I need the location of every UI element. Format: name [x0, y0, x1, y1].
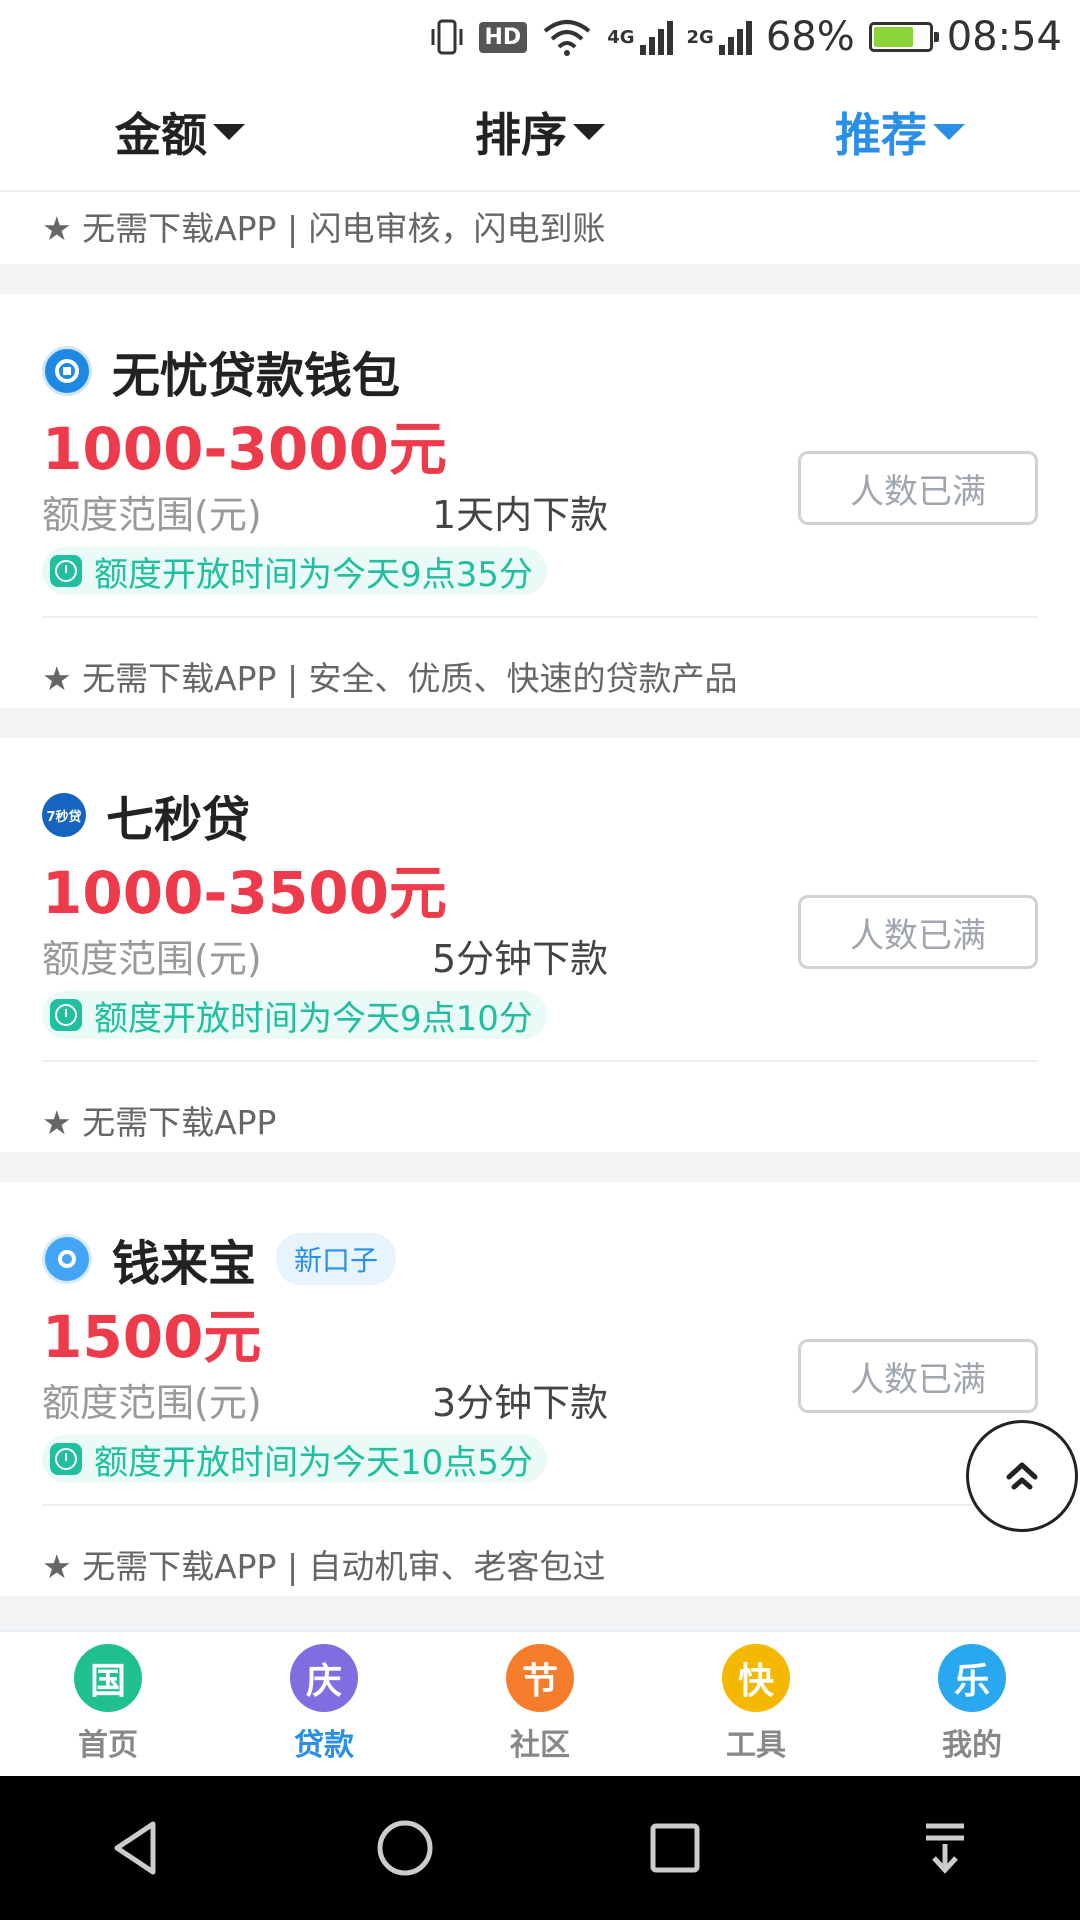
caret-down-icon [573, 124, 605, 140]
nav-mine-icon: 乐 [938, 1644, 1006, 1712]
quota-full-button[interactable]: 人数已满 [798, 895, 1038, 969]
loan-amount: 1000-3500元 [42, 859, 447, 927]
nav-tools[interactable]: 快 工具 [648, 1632, 864, 1776]
clock-icon [50, 999, 82, 1031]
product-name: 七秒贷 [106, 792, 251, 848]
open-time-text: 额度开放时间为今天9点10分 [94, 998, 533, 1039]
filter-sort[interactable]: 排序 [360, 99, 720, 165]
product-name: 无忧贷款钱包 [112, 348, 401, 404]
nav-loan[interactable]: 庆 贷款 [216, 1632, 432, 1776]
signal-4g-icon: 4G [607, 19, 673, 55]
clock-time: 08:54 [946, 14, 1062, 60]
clock-icon [50, 555, 82, 587]
battery-percent: 68% [765, 14, 855, 60]
nav-loan-icon: 庆 [290, 1644, 358, 1712]
status-bar: HD 4G 2G 68% 08:54 [0, 0, 1080, 74]
caret-down-icon [933, 124, 965, 140]
loan-card-partial[interactable]: ★ 无需下载APP | 闪电审核，闪电到账 [0, 192, 1080, 264]
nav-community-icon: 节 [506, 1644, 574, 1712]
open-time-text: 额度开放时间为今天9点35分 [94, 554, 533, 595]
range-label: 额度范围(元) [42, 937, 262, 981]
divider [42, 1060, 1038, 1062]
product-name: 钱来宝 [112, 1236, 257, 1292]
wuyou-logo-icon [42, 346, 92, 396]
card-tagline: ★ 无需下载APP | 自动机审、老客包过 [42, 1547, 606, 1586]
card-tagline: ★ 无需下载APP | 闪电审核，闪电到账 [42, 209, 606, 248]
nav-home-label: 首页 [78, 1728, 138, 1763]
nav-mine-label: 我的 [942, 1728, 1002, 1763]
open-time-badge: 额度开放时间为今天9点10分 [42, 991, 547, 1039]
nav-tools-icon: 快 [722, 1644, 790, 1712]
nav-home-icon: 国 [74, 1644, 142, 1712]
payout-speed: 1天内下款 [432, 493, 609, 537]
divider [42, 1504, 1038, 1506]
qimiaodai-logo-icon: 7秒贷 [42, 793, 86, 837]
payout-speed: 3分钟下款 [432, 1381, 609, 1425]
open-time-badge: 额度开放时间为今天10点5分 [42, 1435, 547, 1483]
filter-recommend[interactable]: 推荐 [720, 99, 1080, 165]
nav-tools-label: 工具 [726, 1728, 786, 1763]
back-to-top-button[interactable] [966, 1420, 1078, 1532]
hd-icon: HD [478, 21, 528, 53]
range-label: 额度范围(元) [42, 1381, 262, 1425]
back-triangle-icon[interactable] [105, 1818, 165, 1878]
quota-full-button[interactable]: 人数已满 [798, 451, 1038, 525]
filter-sort-label: 排序 [475, 108, 567, 162]
filter-recommend-label: 推荐 [835, 108, 927, 162]
caret-down-icon [213, 124, 245, 140]
card-tagline: ★ 无需下载APP [42, 1103, 277, 1142]
nav-loan-label: 贷款 [294, 1728, 354, 1763]
nav-community[interactable]: 节 社区 [432, 1632, 648, 1776]
card-tagline: ★ 无需下载APP | 安全、优质、快速的贷款产品 [42, 659, 738, 698]
chevron-up-icon [1006, 1462, 1038, 1490]
bottom-nav: 国 首页 庆 贷款 节 社区 快 工具 乐 我的 [0, 1630, 1080, 1776]
open-time-text: 额度开放时间为今天10点5分 [94, 1442, 533, 1483]
nav-home[interactable]: 国 首页 [0, 1632, 216, 1776]
network-type-label-2: 2G [686, 27, 714, 48]
open-time-badge: 额度开放时间为今天9点35分 [42, 547, 547, 595]
range-label: 额度范围(元) [42, 493, 262, 537]
quota-full-button[interactable]: 人数已满 [798, 1339, 1038, 1413]
loan-amount: 1000-3000元 [42, 415, 447, 483]
system-nav-bar [0, 1776, 1080, 1920]
nav-mine[interactable]: 乐 我的 [864, 1632, 1080, 1776]
loan-card[interactable]: 钱来宝 新口子 1500元 额度范围(元) 3分钟下款 人数已满 额度开放时间为… [0, 1182, 1080, 1596]
network-type-label: 4G [607, 27, 635, 48]
filter-bar: 金额 排序 推荐 [0, 74, 1080, 192]
filter-amount[interactable]: 金额 [0, 99, 360, 165]
divider [42, 616, 1038, 618]
clock-icon [50, 1443, 82, 1475]
notification-pull-icon[interactable] [915, 1818, 975, 1878]
filter-amount-label: 金额 [115, 108, 207, 162]
payout-speed: 5分钟下款 [432, 937, 609, 981]
recents-square-icon[interactable] [645, 1818, 705, 1878]
qianlaibao-logo-icon [42, 1234, 92, 1284]
home-circle-icon[interactable] [375, 1818, 435, 1878]
loan-card[interactable]: 无忧贷款钱包 1000-3000元 额度范围(元) 1天内下款 人数已满 额度开… [0, 294, 1080, 708]
new-badge: 新口子 [276, 1233, 397, 1285]
vibrate-icon [429, 17, 465, 57]
wifi-icon [541, 17, 593, 57]
loan-amount: 1500元 [42, 1303, 262, 1371]
nav-community-label: 社区 [510, 1728, 570, 1763]
battery-icon [868, 22, 939, 52]
loan-card[interactable]: 7秒贷 七秒贷 1000-3500元 额度范围(元) 5分钟下款 人数已满 额度… [0, 738, 1080, 1152]
signal-2g-icon: 2G [687, 19, 752, 55]
